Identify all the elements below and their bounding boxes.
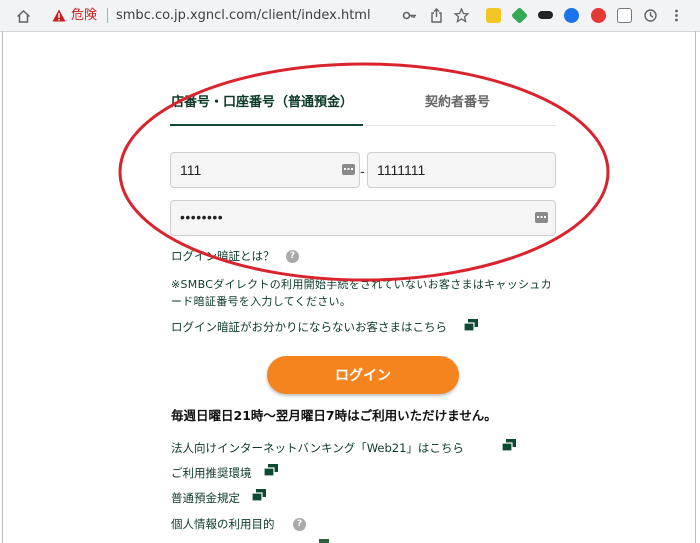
annotation-ellipse xyxy=(118,62,610,282)
branch-number-value: 111 xyxy=(180,162,202,178)
deposit-rules-link[interactable]: 普通預金規定 xyxy=(171,490,240,506)
page-border-right xyxy=(695,31,696,543)
account-number-input[interactable]: 1111111 xyxy=(367,152,556,188)
external-link-icon xyxy=(264,464,278,476)
menu-icon[interactable] xyxy=(668,7,685,24)
external-link-icon xyxy=(464,319,478,331)
login-password-help-link[interactable]: ログイン暗証とは？ xyxy=(171,248,275,264)
key-icon[interactable] xyxy=(401,7,418,24)
branch-number-input[interactable]: 111 xyxy=(170,152,360,188)
question-icon[interactable]: ? xyxy=(293,518,306,531)
active-tab-indicator xyxy=(170,124,363,126)
login-button[interactable]: ログイン xyxy=(267,356,459,394)
tab-divider xyxy=(363,125,556,126)
extension-green-diamond-icon[interactable] xyxy=(511,7,528,24)
address-divider xyxy=(107,8,108,23)
external-link-icon xyxy=(252,489,266,501)
software-keyboard-icon[interactable] xyxy=(342,164,355,175)
cash-card-note: ※SMBCダイレクトの利用開始手続をされていないお客さまはキャッシュカード暗証番… xyxy=(171,278,552,308)
share-icon[interactable] xyxy=(428,7,445,24)
tab-contract-number[interactable]: 契約者番号 xyxy=(425,94,490,112)
extension-square-icon[interactable] xyxy=(617,8,632,23)
software-keyboard-icon[interactable] xyxy=(535,212,548,223)
question-icon[interactable]: ? xyxy=(286,250,299,263)
field-separator: - xyxy=(360,165,365,180)
security-status-label: 危険 xyxy=(71,8,98,23)
history-clock-icon[interactable] xyxy=(642,7,659,24)
url-text[interactable]: smbc.co.jp.xgncl.com/client/index.html xyxy=(116,7,371,24)
extension-red-circle-icon[interactable] xyxy=(591,8,606,23)
password-value: •••••••• xyxy=(180,209,224,225)
password-input[interactable]: •••••••• xyxy=(170,200,556,236)
page-footer-edge xyxy=(319,539,329,543)
extension-yellow-icon[interactable] xyxy=(486,8,501,23)
forgot-password-link[interactable]: ログイン暗証がお分かりにならないお客さまはこちら xyxy=(171,319,447,335)
browser-toolbar: 危険 smbc.co.jp.xgncl.com/client/index.htm… xyxy=(0,0,700,32)
external-link-icon xyxy=(502,439,516,451)
privacy-purpose-link[interactable]: 個人情報の利用目的 xyxy=(171,516,275,532)
home-icon[interactable] xyxy=(14,7,32,25)
web21-link[interactable]: 法人向けインターネットバンキング「Web21」はこちら xyxy=(171,440,464,456)
recommended-environment-link[interactable]: ご利用推奨環境 xyxy=(171,465,252,481)
browser-window: 危険 smbc.co.jp.xgncl.com/client/index.htm… xyxy=(0,0,700,543)
account-number-value: 1111111 xyxy=(377,162,426,178)
warning-triangle-icon xyxy=(52,9,66,22)
extension-blue-circle-icon[interactable] xyxy=(564,8,579,23)
service-hours-notice: 毎週日曜日21時～翌月曜日7時はご利用いただけません。 xyxy=(171,408,497,423)
page-border-left xyxy=(2,31,3,543)
extension-mask-icon[interactable] xyxy=(538,11,553,19)
bookmark-star-icon[interactable] xyxy=(453,7,470,24)
tab-account-number[interactable]: 店番号・口座番号（普通預金） xyxy=(171,94,353,112)
